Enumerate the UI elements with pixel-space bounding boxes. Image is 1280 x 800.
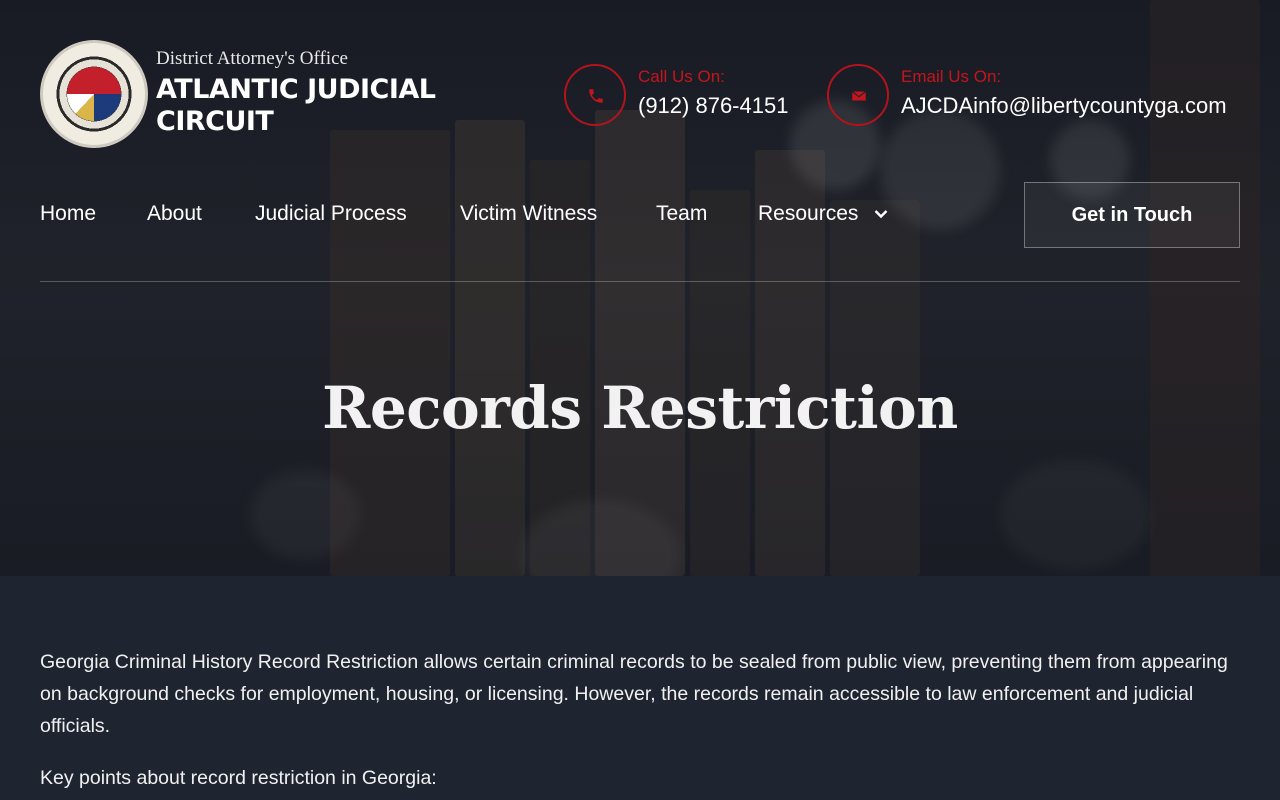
mail-icon (851, 91, 867, 101)
intro-paragraph: Georgia Criminal History Record Restrict… (40, 651, 1228, 737)
nav-judicial-process[interactable]: Judicial Process (255, 202, 407, 226)
main-content: Georgia Criminal History Record Restrict… (40, 646, 1240, 794)
email-address[interactable]: AJCDAinfo@libertycountyga.com (901, 93, 1227, 119)
nav-resources[interactable]: Resources (758, 202, 888, 226)
nav-about[interactable]: About (147, 202, 202, 226)
site-header: District Attorney's Office ATLANTIC JUDI… (40, 40, 1240, 150)
district-attorney-seal-icon[interactable] (40, 40, 148, 148)
brand-subtitle: District Attorney's Office (156, 48, 348, 69)
nav-victim-witness[interactable]: Victim Witness (460, 202, 597, 226)
seal-emblem (67, 67, 121, 121)
nav-resources-label: Resources (758, 202, 859, 225)
brand-title[interactable]: ATLANTIC JUDICIAL CIRCUIT (156, 74, 456, 138)
header-divider (40, 281, 1240, 282)
key-points-heading: Key points about record restriction in G… (40, 767, 437, 789)
mail-icon-circle (827, 64, 889, 126)
email-contact[interactable]: Email Us On: AJCDAinfo@libertycountyga.c… (827, 64, 1240, 126)
chevron-down-icon (874, 210, 888, 219)
page-title: Records Restriction (322, 374, 958, 442)
nav-home[interactable]: Home (40, 202, 96, 226)
main-navigation: Home About Judicial Process Victim Witne… (40, 182, 1240, 248)
nav-team[interactable]: Team (656, 202, 707, 226)
phone-icon-circle (564, 64, 626, 126)
get-in-touch-button[interactable]: Get in Touch (1024, 182, 1240, 248)
email-label: Email Us On: (901, 67, 1002, 86)
phone-label: Call Us On: (638, 67, 725, 86)
phone-contact[interactable]: Call Us On: (912) 876-4151 (564, 64, 794, 126)
phone-number[interactable]: (912) 876-4151 (638, 93, 788, 119)
phone-icon (589, 89, 603, 103)
